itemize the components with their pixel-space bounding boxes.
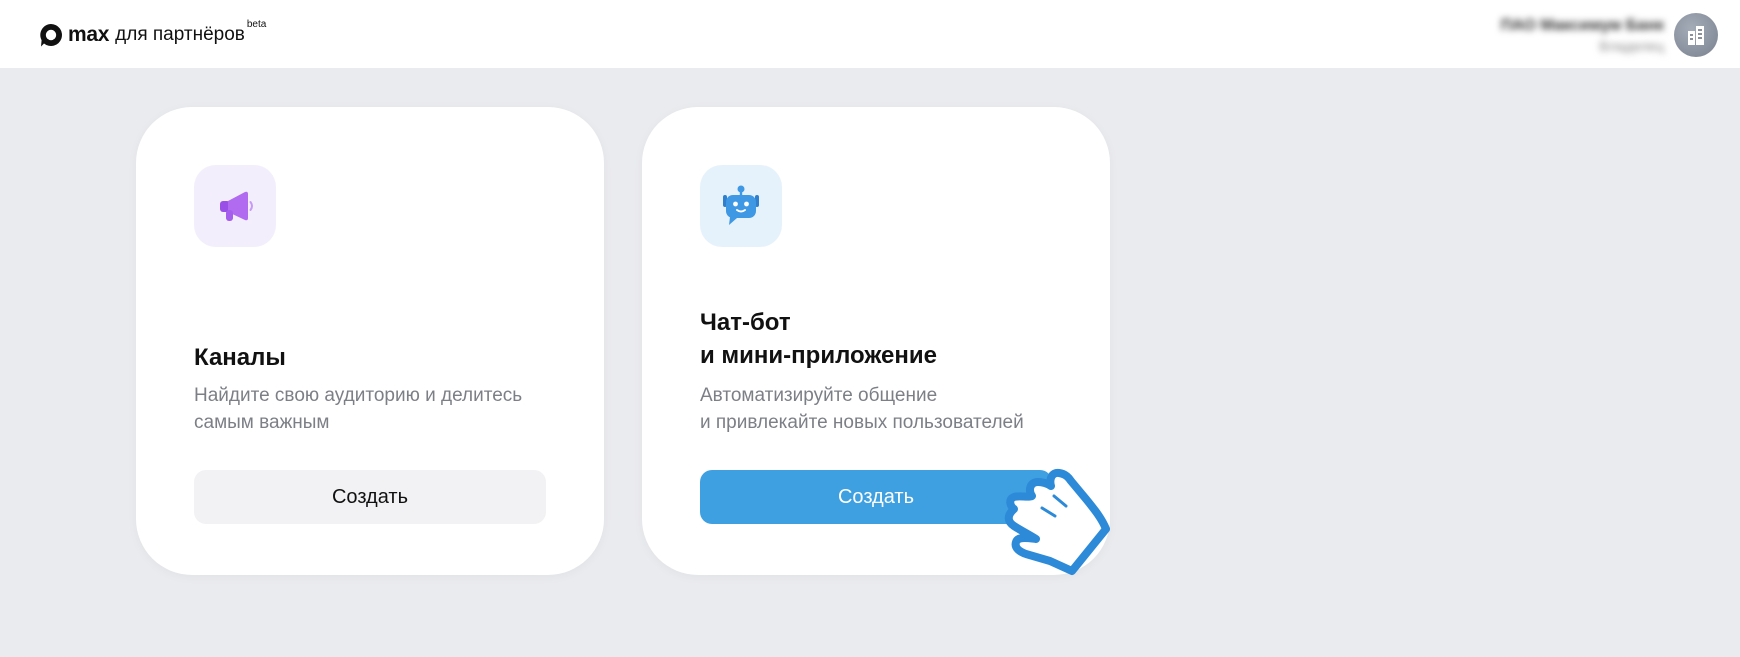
channels-card: Каналы Найдите свою аудиторию и делитесь… [136, 107, 604, 575]
channels-title: Каналы [194, 344, 286, 371]
chatbot-description-line: и привлекайте новых пользователей [700, 412, 1024, 433]
create-channel-button[interactable]: Создать [194, 470, 546, 524]
chatbot-title: Чат-бот и мини-приложение [700, 306, 1060, 372]
account-info: ПАО Максимум Банк Владелец [1501, 17, 1664, 54]
account-menu[interactable]: ПАО Максимум Банк Владелец [1501, 13, 1718, 57]
chatbot-title-line: и мини-приложение [700, 342, 937, 369]
pointing-hand-icon [1004, 468, 1110, 575]
chatbot-title-line: Чат-бот [700, 309, 791, 336]
logo-text: max [68, 23, 110, 46]
megaphone-icon [220, 191, 253, 221]
channels-description-line: Найдите свою аудиторию и делитесь [194, 385, 523, 406]
channels-icon-tile [194, 165, 276, 247]
account-role: Владелец [1599, 37, 1664, 54]
building-icon [1688, 26, 1704, 45]
top-header: max для партнёров beta ПАО Максимум Банк… [0, 0, 1740, 68]
max-logo[interactable]: max для партнёров beta [38, 18, 267, 48]
account-name: ПАО Максимум Банк [1500, 16, 1664, 34]
channels-description: Найдите свою аудиторию и делитесь самым … [194, 382, 574, 436]
max-logo-icon [40, 24, 62, 47]
chatbot-description-line: Автоматизируйте общение [700, 385, 938, 406]
avatar[interactable] [1674, 13, 1718, 57]
chatbot-description: Автоматизируйте общение и привлекайте но… [700, 382, 1080, 436]
robot-chat-icon [723, 185, 759, 225]
channels-description-line: самым важным [194, 412, 330, 433]
chatbot-icon-tile [700, 165, 782, 247]
logo-subtitle: для партнёров [115, 24, 245, 45]
beta-badge: beta [246, 18, 267, 30]
